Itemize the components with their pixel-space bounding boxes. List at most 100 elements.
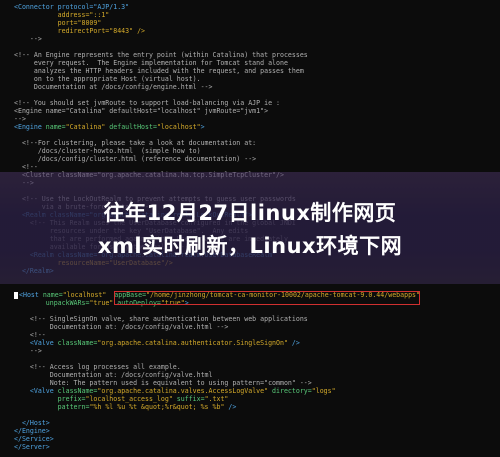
code-line: Documentation at: /docs/config/valve.htm… [14, 371, 500, 379]
code-line: /docs/cluster-howto.html (simple how to) [14, 147, 500, 155]
highlight-box [114, 291, 420, 305]
code-token: /> [228, 403, 237, 411]
code-token: "localhost" [62, 291, 115, 299]
code-token: every request. The Engine implementation… [14, 59, 288, 67]
code-token: <Valve [14, 339, 58, 347]
overlay-title-line1: 往年12月27日linux制作网页 [103, 201, 397, 225]
code-token: > [200, 123, 205, 131]
code-token: "org.apache.catalina.valves.AccessLogVal… [97, 387, 273, 395]
code-token: --> [14, 115, 26, 123]
code-token: <Host [19, 291, 43, 299]
code-token: </Service> [14, 435, 54, 443]
screenshot-frame: <Connector protocol="AJP/1.3" address=":… [0, 0, 500, 457]
text-cursor [14, 291, 18, 299]
code-token: port="8009" [14, 19, 102, 27]
code-line: </Server> [14, 443, 500, 451]
code-line: --> [14, 347, 500, 355]
code-token: <Engine [14, 123, 46, 131]
code-token: --> [14, 35, 42, 43]
code-token: <!-- Access log processes all example. [14, 363, 181, 371]
overlay-title-line2: xml实时刷新，Linux环境下网 [97, 234, 403, 258]
code-line: redirectPort="8443" /> [14, 27, 500, 35]
code-line: Note: The pattern used is equivalent to … [14, 379, 500, 387]
code-token: "logs" [311, 387, 336, 395]
code-token: analyzes the HTTP headers included with … [14, 67, 304, 75]
code-line: <Connector protocol="AJP/1.3" [14, 3, 500, 11]
code-line: </Engine> [14, 427, 500, 435]
code-token: <Engine name="Catalina" defaultHost="loc… [14, 107, 269, 115]
code-token: defaultHost= [109, 123, 157, 131]
code-line: <!-- [14, 331, 500, 339]
code-token: on to the appropriate Host (virtual host… [14, 75, 201, 83]
code-token: </Engine> [14, 427, 50, 435]
overlay-title: 往年12月27日linux制作网页 xml实时刷新，Linux环境下网 [0, 197, 500, 263]
code-token: pattern= [14, 403, 90, 411]
code-line: --> [14, 115, 500, 123]
code-token: <!-- You should set jvmRoute to support … [14, 99, 280, 107]
code-token: /docs/config/cluster.html (reference doc… [14, 155, 257, 163]
code-line: <!--For clustering, please take a look a… [14, 139, 500, 147]
code-token: directory= [272, 387, 312, 395]
code-line: <Engine name="Catalina" defaultHost="loc… [14, 107, 500, 115]
code-line: Documentation at /docs/config/engine.htm… [14, 83, 500, 91]
code-token: "Catalina" [65, 123, 110, 131]
code-token: "localhost" [156, 123, 201, 131]
code-token: ".txt" [204, 395, 229, 403]
code-line: <Engine name="Catalina" defaultHost="loc… [14, 123, 500, 131]
code-line: --> [14, 35, 500, 43]
code-line: port="8009" [14, 19, 500, 27]
code-token: <Connector protocol="AJP/1.3" [14, 3, 130, 11]
code-token: /docs/cluster-howto.html (simple how to) [14, 147, 201, 155]
code-line: <!-- [14, 163, 500, 171]
code-line: address="::1" [14, 11, 500, 19]
code-line: pattern="%h %l %u %t &quot;%r&quot; %s %… [14, 403, 500, 411]
code-line: <!-- SingleSignOn valve, share authentic… [14, 315, 500, 323]
code-token: prefix= [14, 395, 86, 403]
code-token: /> [291, 339, 300, 347]
code-token: className= [57, 387, 98, 395]
code-token: "localhost_access_log" [85, 395, 177, 403]
code-line: <!-- You should set jvmRoute to support … [14, 99, 500, 107]
code-token: <!-- An Engine represents the entry poin… [14, 51, 308, 59]
code-token: </Server> [14, 443, 50, 451]
code-token: className= [57, 339, 98, 347]
code-line: prefix="localhost_access_log" suffix=".t… [14, 395, 500, 403]
code-line: </Host> [14, 419, 500, 427]
code-token: suffix= [176, 395, 205, 403]
code-token: name= [42, 291, 63, 299]
code-token: <Valve [14, 387, 58, 395]
code-token: Documentation at /docs/config/engine.htm… [14, 83, 213, 91]
code-line: <!-- An Engine represents the entry poin… [14, 51, 500, 59]
code-token: </Host> [14, 419, 50, 427]
code-token: --> [14, 347, 42, 355]
code-token: Documentation at: /docs/config/valve.htm… [14, 323, 229, 331]
code-line: <Valve className="org.apache.catalina.au… [14, 339, 500, 347]
code-token: <!--For clustering, please take a look a… [14, 139, 257, 147]
code-line: every request. The Engine implementation… [14, 59, 500, 67]
code-token: Note: The pattern used is equivalent to … [14, 379, 312, 387]
code-token: unpackWARs= [14, 299, 90, 307]
code-line: analyzes the HTTP headers included with … [14, 67, 500, 75]
code-line: Documentation at: /docs/config/valve.htm… [14, 323, 500, 331]
code-token: <!-- SingleSignOn valve, share authentic… [14, 315, 308, 323]
code-token: "org.apache.catalina.authenticator.Singl… [97, 339, 292, 347]
code-token: redirectPort="8443" /> [14, 27, 146, 35]
code-line: /docs/config/cluster.html (reference doc… [14, 155, 500, 163]
code-token: name= [45, 123, 66, 131]
code-token: <!-- [14, 163, 38, 171]
code-line: <!-- Access log processes all example. [14, 363, 500, 371]
code-token: <!-- [14, 331, 46, 339]
code-line: </Service> [14, 435, 500, 443]
code-token: address="::1" [14, 11, 110, 19]
code-token: Documentation at: /docs/config/valve.htm… [14, 371, 213, 379]
code-line: <Valve className="org.apache.catalina.va… [14, 387, 500, 395]
code-token: "%h %l %u %t &quot;%r&quot; %s %b" [89, 403, 229, 411]
code-line: on to the appropriate Host (virtual host… [14, 75, 500, 83]
